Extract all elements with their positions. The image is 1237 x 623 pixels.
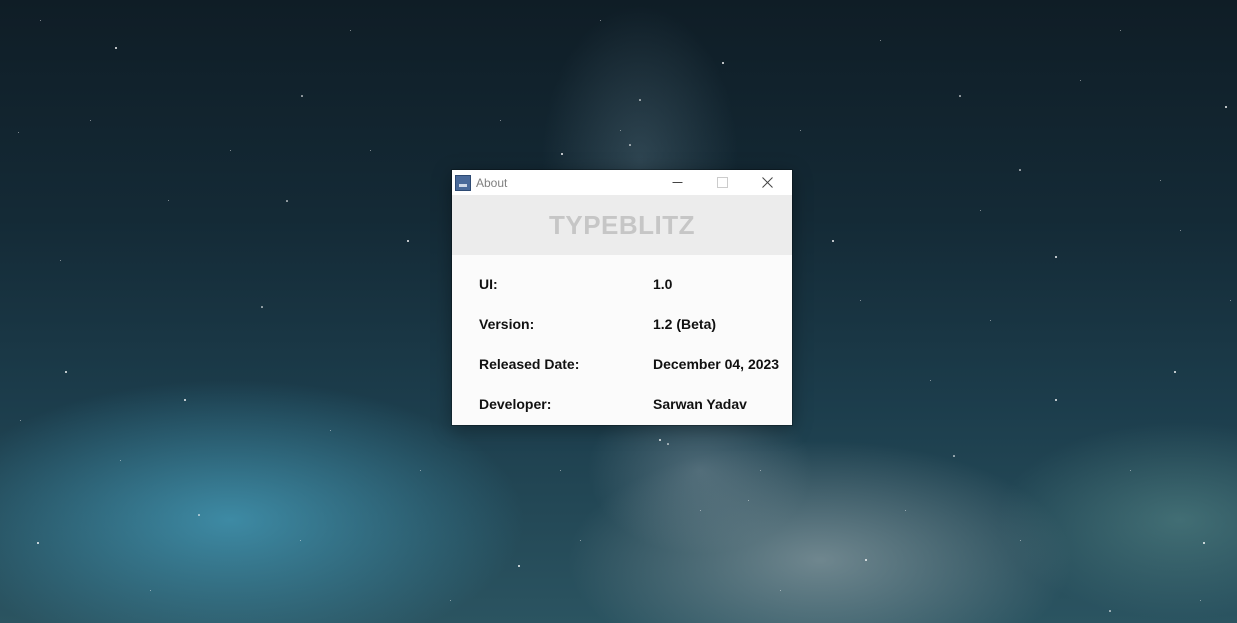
star xyxy=(183,398,187,402)
info-row-released-date: Released Date: December 04, 2023 xyxy=(479,356,779,376)
star xyxy=(1054,398,1058,402)
star xyxy=(599,19,601,21)
info-row-version: Version: 1.2 (Beta) xyxy=(479,316,779,336)
star xyxy=(299,539,301,541)
star xyxy=(115,47,117,49)
star xyxy=(799,129,801,131)
star xyxy=(1019,539,1021,541)
star xyxy=(831,239,835,243)
star xyxy=(286,200,288,202)
star xyxy=(859,299,861,301)
star xyxy=(779,589,781,591)
star xyxy=(119,459,121,461)
star xyxy=(369,149,371,151)
maximize-icon xyxy=(717,177,728,188)
star xyxy=(1109,610,1111,612)
star xyxy=(1199,599,1201,601)
star xyxy=(721,61,725,65)
star xyxy=(699,509,701,511)
info-row-ui: UI: 1.0 xyxy=(479,276,779,296)
star xyxy=(499,119,501,121)
star xyxy=(953,455,955,457)
star xyxy=(39,19,41,21)
star xyxy=(929,379,931,381)
app-icon xyxy=(455,174,471,191)
info-label: Version: xyxy=(479,316,535,332)
star xyxy=(17,131,19,133)
star xyxy=(1119,29,1121,31)
star xyxy=(1159,179,1161,181)
star xyxy=(301,95,303,97)
star xyxy=(198,514,200,516)
minimize-button[interactable] xyxy=(655,170,700,195)
minimize-icon xyxy=(672,182,683,183)
info-value: December 04, 2023 xyxy=(653,356,780,372)
close-button[interactable] xyxy=(745,170,790,195)
star xyxy=(879,39,881,41)
star xyxy=(349,29,351,31)
close-icon xyxy=(762,177,773,188)
info-value: Sarwan Yadav xyxy=(653,396,747,412)
title-bar[interactable]: About xyxy=(452,170,792,195)
star xyxy=(167,199,169,201)
star xyxy=(989,319,991,321)
star xyxy=(1055,256,1057,258)
star xyxy=(65,371,67,373)
star xyxy=(1079,79,1081,81)
star xyxy=(629,144,631,146)
star xyxy=(518,565,520,567)
info-label: Released Date: xyxy=(479,356,580,372)
star xyxy=(639,99,641,101)
star xyxy=(261,306,263,308)
star xyxy=(449,599,451,601)
info-label: UI: xyxy=(479,276,498,292)
app-name: TYPEBLITZ xyxy=(548,209,696,240)
star xyxy=(1203,542,1205,544)
star xyxy=(149,589,151,591)
info-value: 1.0 xyxy=(653,276,673,292)
star xyxy=(59,259,61,261)
star xyxy=(759,469,761,471)
star xyxy=(406,239,410,243)
star xyxy=(667,443,669,445)
star xyxy=(979,209,981,211)
star xyxy=(1019,169,1021,171)
star xyxy=(579,539,581,541)
info-label: Developer: xyxy=(479,396,552,412)
star xyxy=(619,129,621,131)
star xyxy=(1225,106,1227,108)
maximize-button[interactable] xyxy=(700,170,745,195)
star xyxy=(561,153,563,155)
star xyxy=(959,95,961,97)
star xyxy=(1179,229,1181,231)
star xyxy=(865,559,867,561)
star xyxy=(37,542,39,544)
star xyxy=(659,439,661,441)
star xyxy=(229,149,231,151)
star xyxy=(747,499,749,501)
about-window: About TYPEBLITZ UI: 1.0 Version: 1.2 (Be… xyxy=(452,170,792,425)
star xyxy=(19,419,21,421)
star xyxy=(89,119,91,121)
star xyxy=(1174,371,1176,373)
star xyxy=(904,509,906,511)
brand-header: TYPEBLITZ xyxy=(452,195,792,255)
info-row-developer: Developer: Sarwan Yadav xyxy=(479,396,779,416)
star xyxy=(419,469,421,471)
star xyxy=(1229,299,1231,301)
star xyxy=(329,429,331,431)
star xyxy=(559,469,561,471)
window-title: About xyxy=(476,175,508,190)
star xyxy=(1129,469,1131,471)
info-value: 1.2 (Beta) xyxy=(653,316,717,332)
